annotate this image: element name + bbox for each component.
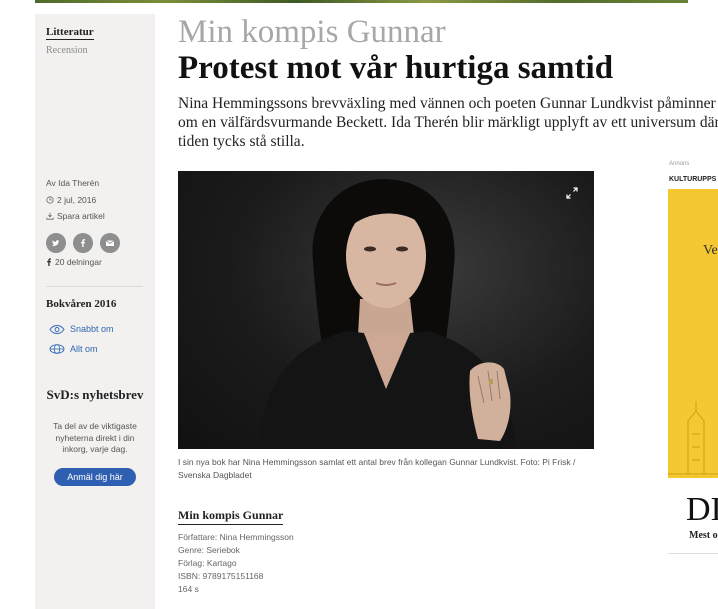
mail-share-button[interactable]: [100, 233, 120, 253]
ad-subline: Mest o: [689, 530, 718, 541]
ad-headline: DI: [686, 491, 718, 528]
factbox-line: Genre: Seriebok: [178, 545, 240, 555]
newsletter-signup-button[interactable]: Anmäl dig här: [54, 468, 136, 486]
share-count: 20 delningar: [46, 257, 102, 267]
newsletter-title: SvD:s nyhetsbrev: [46, 387, 144, 402]
date-text: 2 jul, 2016: [57, 195, 97, 205]
factbox-line: 164 s: [178, 584, 199, 594]
factbox-line: ISBN: 9789175151168: [178, 571, 264, 581]
topic-link-label: Snabbt om: [70, 324, 114, 334]
factbox-line: Författare: Nina Hemmingsson: [178, 532, 294, 542]
clock-icon: [46, 196, 54, 204]
newsletter-description: Ta del av de viktigaste nyheterna direkt…: [53, 421, 137, 454]
twitter-icon: [52, 240, 60, 246]
article-headline: Protest mot vår hurtiga samtid: [178, 50, 614, 86]
factbox-title: Min kompis Gunnar: [178, 508, 284, 525]
ad-brand: KULTURUPPS: [669, 176, 717, 183]
topic-link-label: Allt om: [70, 344, 98, 354]
hero-image[interactable]: [178, 171, 594, 449]
top-image-strip: [35, 0, 688, 3]
sidebar-divider: [46, 286, 143, 287]
facebook-icon: [81, 239, 85, 247]
portrait-photo: [258, 179, 516, 449]
facebook-small-icon: [47, 258, 51, 266]
factbox-line: Förlag: Kartago: [178, 558, 237, 568]
publish-date: 2 jul, 2016: [46, 195, 96, 205]
topic-link-allt-om[interactable]: Allt om: [49, 344, 98, 354]
mail-icon: [105, 240, 115, 246]
globe-icon: [49, 344, 65, 354]
expand-icon[interactable]: [564, 185, 580, 201]
author-name: Av Ida Therén: [46, 178, 100, 188]
section-sub: Recension: [46, 45, 88, 56]
save-article-button[interactable]: Spara artikel: [46, 211, 105, 221]
twitter-share-button[interactable]: [46, 233, 66, 253]
image-caption: I sin nya bok har Nina Hemmingsson samla…: [178, 457, 576, 480]
topic-title: Bokvåren 2016: [46, 298, 117, 310]
save-article-label: Spara artikel: [57, 211, 105, 221]
share-buttons: [46, 233, 120, 253]
topic-link-snabbt-om[interactable]: Snabbt om: [49, 324, 114, 334]
section-label[interactable]: Litteratur: [46, 26, 94, 40]
share-count-text: 20 delningar: [55, 257, 102, 267]
byline: Av Ida Therén: [46, 178, 99, 188]
facebook-share-button[interactable]: [73, 233, 93, 253]
ad-banner[interactable]: Ve: [668, 189, 718, 478]
article-sidebar: Litteratur Recension Av Ida Therén 2 jul…: [35, 14, 155, 609]
article-kicker: Min kompis Gunnar: [178, 14, 446, 50]
article-ingress: Nina Hemmingssons brevväxling med vännen…: [178, 95, 718, 150]
ad-label: Annons: [669, 161, 690, 167]
eye-icon: [49, 324, 65, 334]
download-icon: [46, 212, 54, 220]
ad-divider: [668, 553, 718, 554]
building-illustration: [668, 401, 718, 475]
